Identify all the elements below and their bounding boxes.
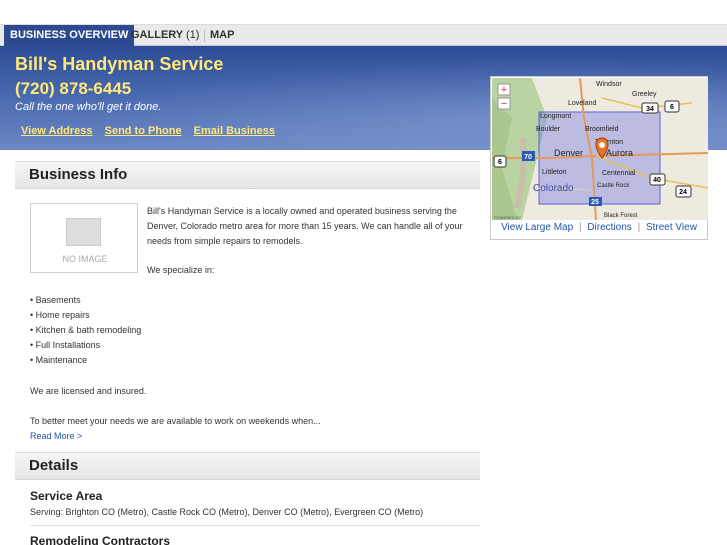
link-separator: | [637, 222, 641, 233]
map-label-littleton: Littleton [542, 169, 567, 176]
map-label-castle-rock: Castle Rock [597, 183, 630, 189]
shield-6-west: 6 [498, 159, 502, 166]
map-label-greeley: Greeley [632, 91, 657, 98]
map-links: View Large Map | Directions | Street Vie… [491, 222, 707, 233]
service-list-item: • Maintenance [30, 355, 88, 365]
top-spacer [0, 0, 727, 24]
tab-label: GALLERY [131, 29, 183, 41]
tab-gallery[interactable]: GALLERY (1) [125, 25, 205, 46]
business-name: Bill's Handyman Service [15, 54, 224, 74]
shield-25: 25 [591, 199, 599, 206]
licensed-text: We are licensed and insured. [30, 386, 147, 396]
business-info-heading-bar: Business Info [15, 161, 480, 189]
directions-link[interactable]: Directions [587, 222, 631, 233]
service-area-text: Serving: Brighton CO (Metro), Castle Roc… [30, 507, 424, 517]
no-image-placeholder: NO IMAGE [30, 203, 138, 273]
map-label-black-forest: Black Forest [604, 213, 638, 219]
map-label-boulder: Boulder [536, 126, 561, 133]
read-more-link[interactable]: Read More > [30, 431, 82, 441]
email-business-link[interactable]: Email Business [194, 125, 275, 137]
map-label-windsor: Windsor [596, 81, 622, 88]
map-widget: + − Windsor Greeley Loveland Longmont Bo… [490, 76, 708, 240]
business-info-heading: Business Info [29, 166, 128, 183]
map-powered-by: POWERED BY [494, 215, 521, 220]
service-list-item: • Basements [30, 295, 81, 305]
street-view-link[interactable]: Street View [646, 222, 697, 233]
shield-40: 40 [653, 177, 661, 184]
details-heading: Details [29, 457, 79, 474]
map-label-colorado: Colorado [533, 183, 574, 194]
service-list-item: • Full Installations [30, 340, 101, 350]
tab-count: (1) [186, 29, 200, 41]
map-graphic: + − Windsor Greeley Loveland Longmont Bo… [492, 78, 708, 220]
map-label-centennial: Centennial [602, 170, 636, 177]
view-address-link[interactable]: View Address [21, 125, 93, 137]
map-label-loveland: Loveland [568, 100, 597, 107]
link-separator: | [578, 222, 582, 233]
divider [30, 525, 480, 526]
service-list-item: • Kitchen & bath remodeling [30, 325, 142, 335]
view-large-map-link[interactable]: View Large Map [501, 222, 573, 233]
details-heading-bar: Details [15, 452, 480, 480]
shield-34: 34 [646, 106, 654, 113]
map-label-broomfield: Broomfield [585, 126, 619, 133]
header-links: View Address Send to Phone Email Busines… [21, 125, 284, 137]
send-to-phone-link[interactable]: Send to Phone [105, 125, 182, 137]
remodeling-title: Remodeling Contractors [30, 534, 171, 545]
tab-label: BUSINESS OVERVIEW [10, 29, 129, 41]
no-image-label: NO IMAGE [62, 254, 108, 264]
map-image[interactable]: + − Windsor Greeley Loveland Longmont Bo… [492, 78, 708, 220]
business-description: Bill's Handyman Service is a locally own… [147, 206, 463, 246]
svg-text:−: − [501, 98, 507, 110]
business-phone: (720) 878-6445 [15, 79, 132, 98]
shield-6: 6 [670, 104, 674, 111]
svg-text:+: + [501, 84, 507, 96]
tab-bar: BUSINESS OVERVIEW GALLERY (1) MAP [0, 24, 727, 46]
map-zoom-in[interactable]: + [497, 83, 511, 96]
specialize-text: We specialize in: [147, 265, 215, 275]
image-placeholder-icon [66, 218, 101, 246]
map-label-denver: Denver [554, 148, 583, 158]
shield-24: 24 [679, 189, 687, 196]
map-zoom-out[interactable]: − [497, 97, 511, 110]
map-label-longmont: Longmont [540, 113, 571, 120]
map-label-aurora: Aurora [606, 148, 633, 158]
business-tagline: Call the one who'll get it done. [15, 101, 162, 113]
tab-map[interactable]: MAP [204, 25, 240, 46]
shield-70: 70 [524, 154, 532, 161]
tab-business-overview[interactable]: BUSINESS OVERVIEW [4, 25, 135, 46]
service-list-item: • Home repairs [30, 310, 90, 320]
service-area-title: Service Area [30, 489, 103, 503]
weekends-text: To better meet your needs we are availab… [30, 416, 321, 426]
tab-label: MAP [210, 29, 235, 41]
